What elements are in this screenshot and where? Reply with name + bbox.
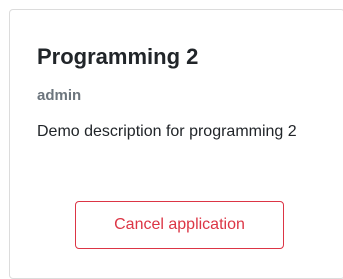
course-card: Programming 2 admin Demo description for… bbox=[9, 9, 343, 279]
course-description: Demo description for programming 2 bbox=[37, 123, 297, 140]
course-title: Programming 2 bbox=[37, 44, 199, 69]
course-author: admin bbox=[37, 87, 82, 104]
cancel-application-button[interactable]: Cancel application bbox=[75, 201, 284, 249]
